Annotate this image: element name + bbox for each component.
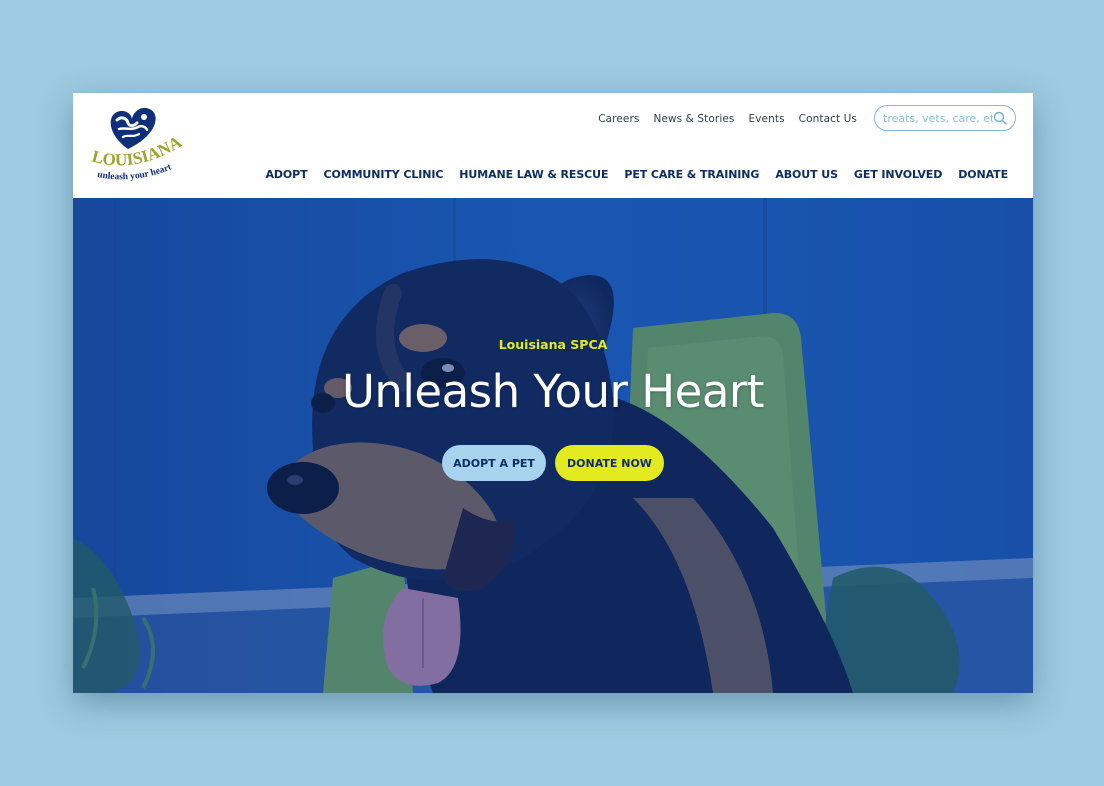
- search-icon[interactable]: [993, 111, 1007, 125]
- nav-item-about-us[interactable]: ABOUT US: [775, 168, 838, 181]
- louisiana-spca-logo: LOUISIANA SPCA unleash your heart: [83, 103, 186, 182]
- nav-item-pet-care-training[interactable]: PET CARE & TRAINING: [624, 168, 759, 181]
- util-link-events[interactable]: Events: [748, 113, 784, 125]
- hero-section: Louisiana SPCA Unleash Your Heart ADOPT …: [73, 198, 1033, 693]
- utility-nav: Careers News & Stories Events Contact Us: [598, 113, 857, 125]
- util-link-careers[interactable]: Careers: [598, 113, 639, 125]
- hero-eyebrow: Louisiana SPCA: [498, 337, 608, 352]
- util-link-news-stories[interactable]: News & Stories: [653, 113, 734, 125]
- search-box: [874, 105, 1016, 131]
- site-header: LOUISIANA SPCA unleash your heart Career…: [73, 93, 1033, 198]
- donate-now-button[interactable]: DONATE NOW: [555, 445, 664, 481]
- nav-item-donate[interactable]: DONATE: [958, 168, 1008, 181]
- main-nav: ADOPT COMMUNITY CLINIC HUMANE LAW & RESC…: [265, 168, 1008, 181]
- hero-buttons: ADOPT A PET DONATE NOW: [73, 445, 1033, 481]
- search-input[interactable]: [883, 111, 993, 125]
- nav-item-community-clinic[interactable]: COMMUNITY CLINIC: [324, 168, 444, 181]
- hero-title: Unleash Your Heart: [341, 365, 765, 418]
- nav-item-humane-law-rescue[interactable]: HUMANE LAW & RESCUE: [459, 168, 608, 181]
- site-logo[interactable]: LOUISIANA SPCA unleash your heart: [83, 103, 195, 189]
- adopt-a-pet-button[interactable]: ADOPT A PET: [442, 445, 546, 481]
- nav-item-adopt[interactable]: ADOPT: [265, 168, 307, 181]
- browser-screenshot-frame: LOUISIANA SPCA unleash your heart Career…: [73, 93, 1033, 693]
- util-link-contact-us[interactable]: Contact Us: [799, 113, 857, 125]
- nav-item-get-involved[interactable]: GET INVOLVED: [854, 168, 942, 181]
